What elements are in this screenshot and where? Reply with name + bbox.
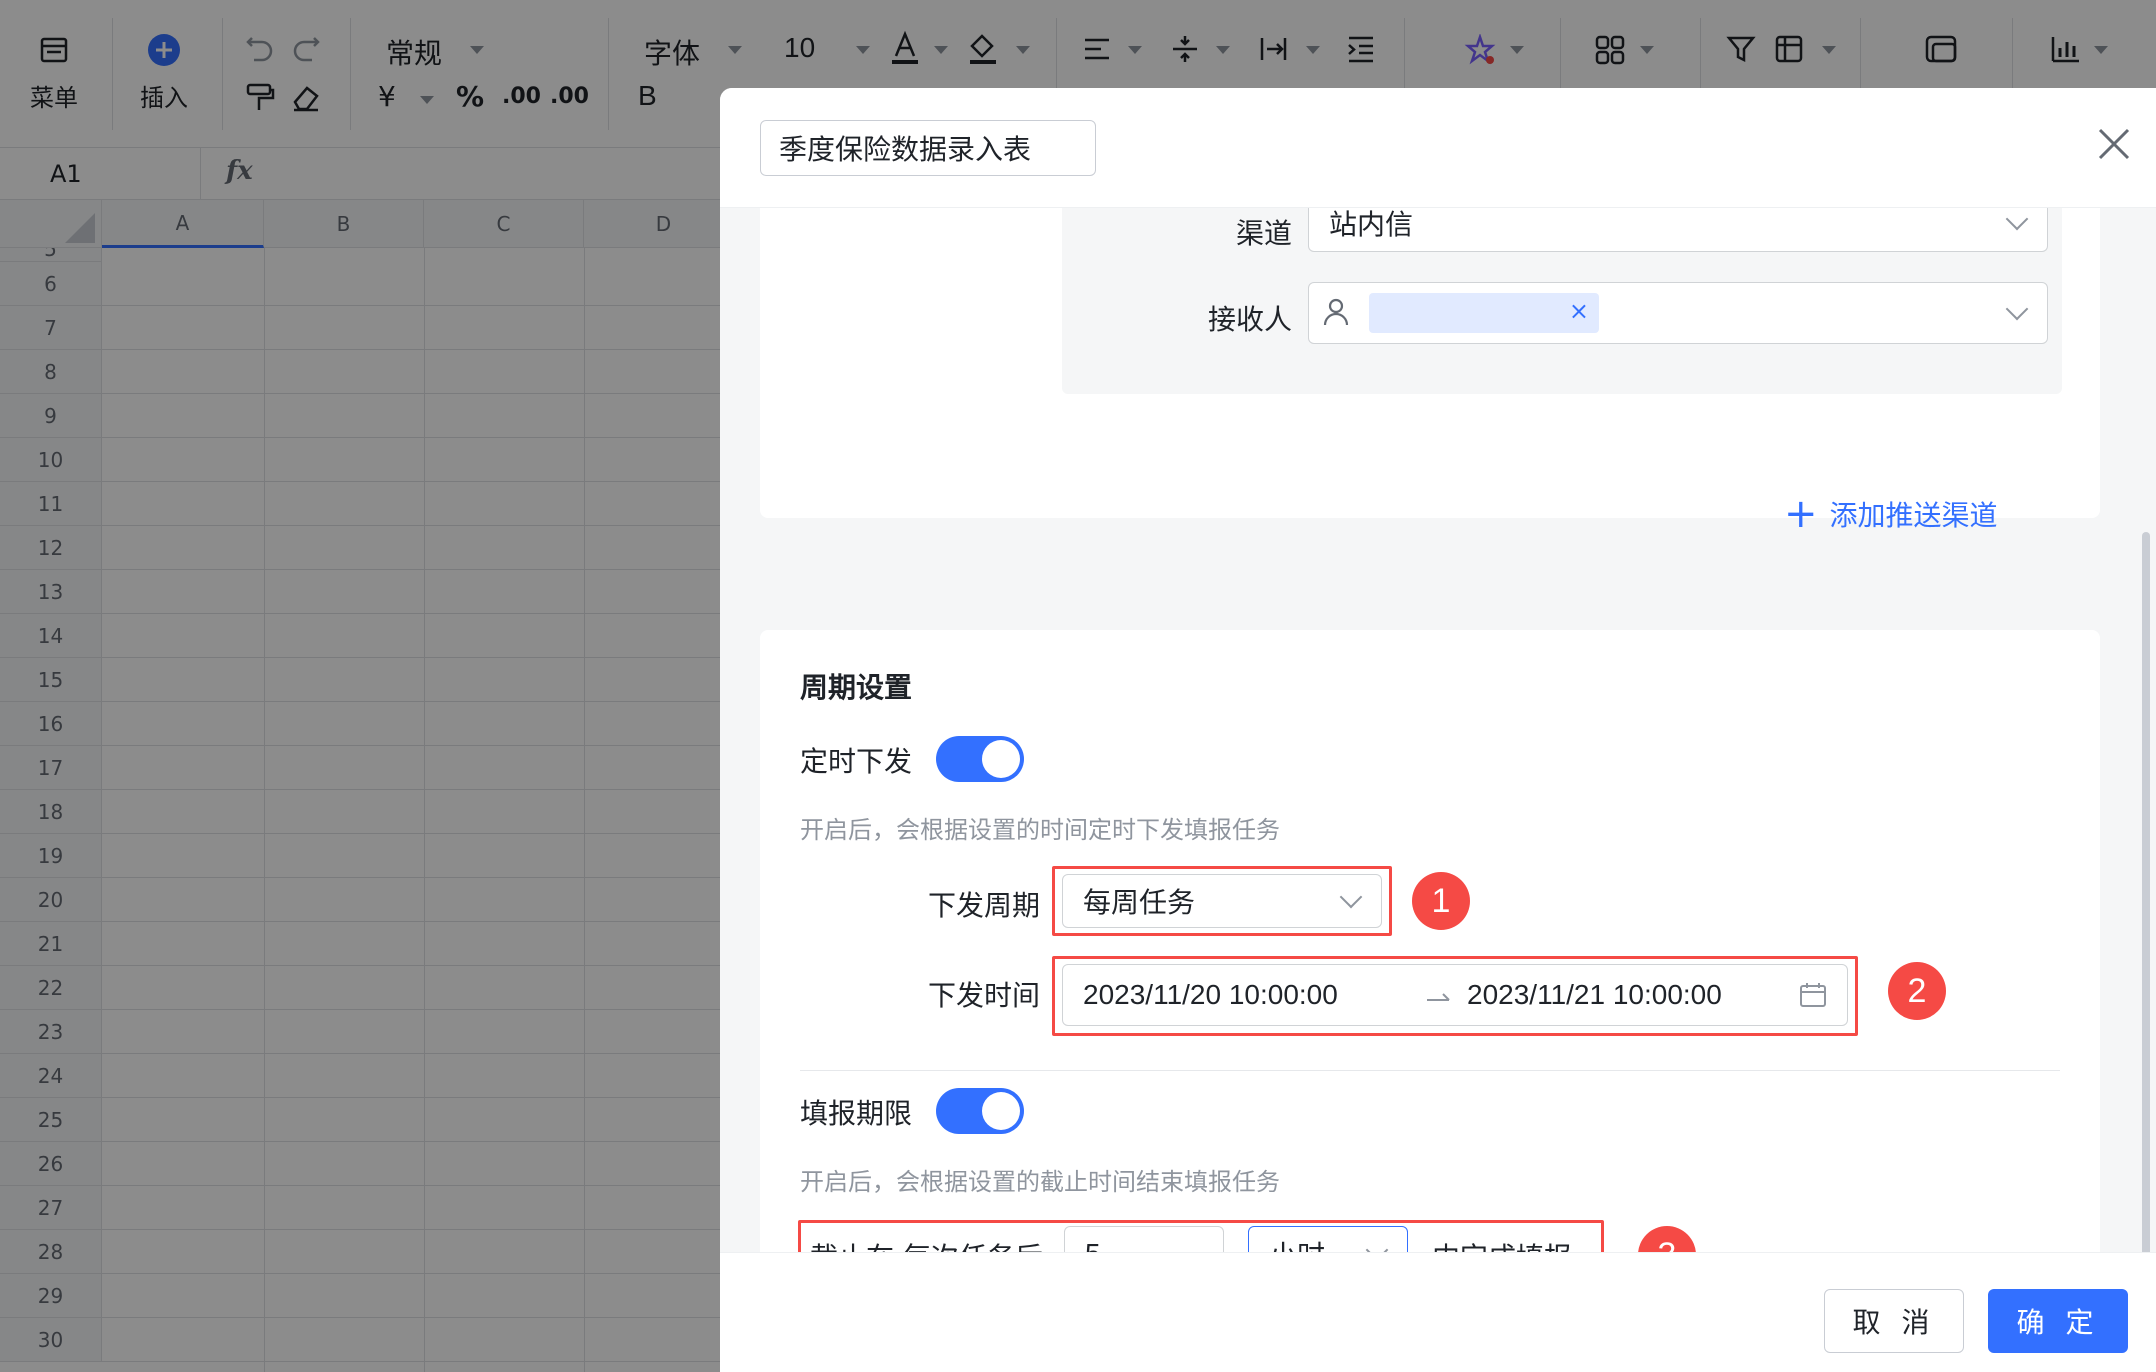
step-badge-2: 2 <box>1888 962 1946 1020</box>
fill-deadline-toggle[interactable] <box>936 1088 1024 1134</box>
channel-config-box: 渠道 站内信 接收人 × <box>1062 208 2062 394</box>
dialog-body: 渠道 站内信 接收人 × + 添加推送渠道 周期设置 定时下发 开启后，会根据设… <box>720 208 2156 1252</box>
dialog-footer: 取 消 确 定 <box>720 1252 2156 1372</box>
push-settings-dialog: 季度保险数据录入表 渠道 站内信 接收人 × + 添加推送渠道 周期设置 定时下… <box>720 88 2156 1372</box>
user-icon <box>1323 297 1349 334</box>
dispatch-period-select[interactable]: 每周任务 <box>1062 874 1382 928</box>
calendar-icon[interactable] <box>1799 981 1827 1016</box>
remove-tag-icon[interactable]: × <box>1569 297 1589 325</box>
dispatch-time-label: 下发时间 <box>928 979 1041 1012</box>
section-divider <box>800 1070 2060 1071</box>
dispatch-time-start[interactable]: 2023/11/20 10:00:00 <box>1083 979 1338 1011</box>
dispatch-time-range[interactable]: 2023/11/20 10:00:00 2023/11/21 10:00:00 <box>1062 964 1848 1026</box>
dialog-header: 季度保险数据录入表 <box>720 88 2156 208</box>
step-badge-1: 1 <box>1412 872 1470 930</box>
dispatch-time-end[interactable]: 2023/11/21 10:00:00 <box>1467 979 1722 1011</box>
dispatch-period-label: 下发周期 <box>928 889 1041 922</box>
receiver-select[interactable]: × <box>1308 282 2048 344</box>
dispatch-period-value: 每周任务 <box>1083 886 1196 919</box>
chevron-down-icon <box>1365 1238 1389 1252</box>
form-title-field[interactable]: 季度保险数据录入表 <box>760 120 1096 176</box>
scrollbar[interactable] <box>2142 532 2150 1252</box>
receiver-tag: × <box>1369 293 1599 333</box>
arrow-right-icon <box>1425 983 1453 1015</box>
channel-select[interactable]: 站内信 <box>1308 208 2048 252</box>
step-badge-3: 3 <box>1638 1226 1696 1252</box>
chevron-down-icon <box>1339 885 1363 909</box>
add-push-channel-button[interactable]: + 添加推送渠道 <box>1784 494 1998 534</box>
receiver-label: 接收人 <box>1207 303 1292 336</box>
channel-label: 渠道 <box>1235 217 1292 250</box>
add-push-channel-label: 添加推送渠道 <box>1829 499 1998 532</box>
fill-deadline-label: 填报期限 <box>800 1097 913 1130</box>
push-channel-card: 渠道 站内信 接收人 × <box>760 208 2100 518</box>
chevron-down-icon <box>2005 208 2029 230</box>
deadline-suffix-text: 内完成填报 <box>1432 1236 1572 1252</box>
channel-select-value: 站内信 <box>1329 208 1414 241</box>
timed-dispatch-hint: 开启后，会根据设置的时间定时下发填报任务 <box>800 816 1280 844</box>
deadline-unit-select[interactable]: 小时 <box>1248 1226 1408 1252</box>
timed-dispatch-label: 定时下发 <box>800 745 913 778</box>
cancel-button[interactable]: 取 消 <box>1824 1289 1964 1353</box>
deadline-unit-value: 小时 <box>1269 1234 1325 1252</box>
chevron-down-icon <box>2005 297 2029 321</box>
close-icon[interactable] <box>2092 122 2136 166</box>
confirm-button[interactable]: 确 定 <box>1988 1289 2128 1353</box>
deadline-amount-input[interactable]: 5 <box>1064 1226 1224 1252</box>
timed-dispatch-toggle[interactable] <box>936 736 1024 782</box>
cycle-settings-card: 周期设置 定时下发 开启后，会根据设置的时间定时下发填报任务 下发周期 每周任务… <box>760 630 2100 1252</box>
section-title: 周期设置 <box>800 671 913 704</box>
fill-deadline-hint: 开启后，会根据设置的截止时间结束填报任务 <box>800 1168 1280 1196</box>
plus-icon: + <box>1784 491 1818 537</box>
deadline-prefix-text: 截止在 每次任务后 <box>810 1236 1043 1252</box>
